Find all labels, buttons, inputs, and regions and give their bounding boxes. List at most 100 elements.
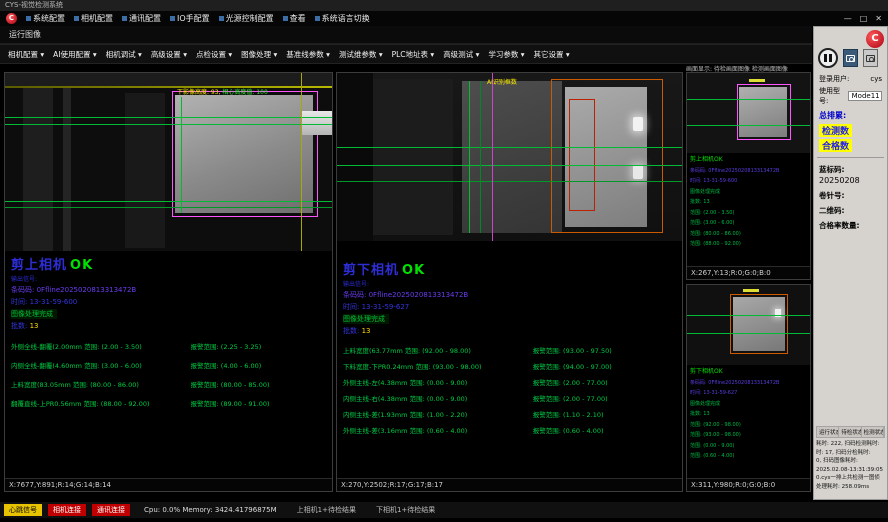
menu-bar: C 系统配置 相机配置 通讯配置 IO手配置 光源控制配置 查看 系统语言切换 … — [0, 11, 888, 26]
measurement-row: 外侧全线-翻覆(2.00mm 范围: (2.00 - 3.50)报警范围: (2… — [11, 338, 326, 357]
measurement-row: 下料宽度-下PR0.24mm 范围: (93.00 - 98.00)报警范围: … — [343, 359, 676, 375]
pixel-coordinates: X:267,Y:13;R:0;G:0;B:0 — [687, 266, 810, 279]
toolbar-other-settings[interactable]: 其它设置 ▾ — [534, 49, 570, 60]
roi-rectangle — [730, 294, 788, 354]
thumb-line: 范围: (92.00 - 98.00) — [690, 420, 807, 431]
left-camera-panel: 下影像高度: 93, 相心高度值: 100 剪上相机OK 输出信号: 条码码: … — [4, 72, 333, 492]
maximize-button[interactable]: □ — [860, 14, 868, 23]
measurement-list: 外侧全线-翻覆(2.00mm 范围: (2.00 - 3.50)报警范围: (2… — [11, 338, 326, 414]
brand-logo-icon: C — [866, 30, 884, 48]
code-value: 20250208 — [814, 175, 887, 186]
menu-item-system-config[interactable]: 系统配置 — [26, 13, 65, 24]
toolbar-spot-check[interactable]: 点检设置 ▾ — [196, 49, 232, 60]
code-label: 蓝标码: — [814, 160, 887, 175]
toolbar-advanced-settings[interactable]: 高级设置 ▾ — [151, 49, 187, 60]
thumbnail-lower-camera[interactable]: 剪下相机OK 条码码: 0Ffline2025020813313472B 时间:… — [686, 284, 811, 492]
batch-value: 13 — [362, 327, 371, 335]
lower-camera-result: 下相机1+待检结果 — [376, 505, 435, 515]
qr-code-label: 二维码: — [814, 201, 887, 216]
camera-icon — [866, 55, 875, 62]
pause-icon — [824, 54, 827, 62]
timestamp-text: 时间: 13-31-59-627 — [343, 302, 676, 312]
menu-item-view[interactable]: 查看 — [283, 13, 306, 24]
pause-icon — [829, 54, 832, 62]
batch-value: 13 — [30, 322, 39, 330]
measure-value: 上料宽度(83.05mm 范围: (80.00 - 86.00) — [11, 376, 191, 395]
thumb2-image[interactable] — [687, 285, 810, 365]
stats-tab-wait[interactable]: 待检状态 — [839, 427, 861, 437]
tab-run-image[interactable]: 运行图像 — [9, 29, 41, 40]
thumb-line: 条码码: 0Ffline2025020813313472B — [690, 166, 807, 177]
measurement-row: 上料宽度(63.77mm 范围: (92.00 - 98.00)报警范围: (9… — [343, 343, 676, 359]
model-row: 使用型号: Mode11 — [814, 85, 887, 107]
thumb1-image[interactable] — [687, 73, 810, 153]
left-camera-image[interactable]: 下影像高度: 93, 相心高度值: 100 — [5, 73, 332, 251]
measure-value: 外侧主线-左(4.38mm 范围: (0.00 - 9.00) — [343, 375, 533, 391]
menu-label: 光源控制配置 — [226, 13, 274, 24]
toolbar-camera-config[interactable]: 相机配置 ▾ — [8, 49, 44, 60]
measure-line-vertical — [469, 81, 470, 233]
thumb2-text: 剪下相机OK 条码码: 0Ffline2025020813313472B 时间:… — [687, 365, 810, 462]
toolbar-ai-config[interactable]: AI使用配置 ▾ — [53, 49, 97, 60]
user-label: 登录用户: — [819, 74, 849, 84]
menu-item-language-switch[interactable]: 系统语言切换 — [315, 13, 370, 24]
left-result-block: 剪上相机OK 输出信号: 条码码: 0Ffline202502081331347… — [5, 251, 332, 414]
roi-rectangle — [737, 84, 791, 140]
stats-tab-detect[interactable]: 检测状态 — [862, 427, 884, 437]
measure-line — [687, 333, 810, 334]
toolbar-advanced-test[interactable]: 高级测试 ▾ — [443, 49, 479, 60]
camera-connection-badge: 相机连接 — [48, 504, 86, 516]
minimize-button[interactable]: — — [844, 14, 852, 23]
annotation-center: 相心高度值: 100 — [222, 89, 267, 96]
toolbar-plc-table[interactable]: PLC地址表 ▾ — [392, 49, 435, 60]
toolbar-camera-debug[interactable]: 相机调试 ▾ — [106, 49, 142, 60]
toolbar-baseline-params[interactable]: 基准线参数 ▾ — [286, 49, 330, 60]
alarm-range: 报警范围: (94.00 - 97.00) — [533, 359, 676, 375]
thumb-line: 时间: 13-31-59-627 — [690, 388, 807, 399]
right-result-text: 剪下相机OK — [343, 259, 676, 278]
menu-label: 查看 — [290, 13, 306, 24]
camera-view-button-1[interactable] — [843, 49, 858, 67]
measure-value: 翻覆直线-上PR0.56mm 范围: (88.00 - 92.00) — [11, 395, 191, 414]
count-highlight-2: 合格数 — [819, 139, 852, 152]
measure-line — [687, 315, 810, 316]
menu-item-io-config[interactable]: IO手配置 — [170, 13, 210, 24]
toolbar-image-process[interactable]: 图像处理 ▾ — [241, 49, 277, 60]
alarm-range: 报警范围: (2.00 - 77.00) — [533, 391, 676, 407]
toolbar-test-params[interactable]: 测试维参数 ▾ — [339, 49, 383, 60]
alarm-range: 报警范围: (89.00 - 91.00) — [191, 395, 326, 414]
right-camera-image[interactable]: AI识别框数 — [337, 73, 682, 241]
process-status: 图像处理完成 — [343, 314, 389, 324]
thumb-line: 范围: (80.00 - 86.00) — [690, 229, 807, 240]
status-bar: 心跳信号 相机连接 通讯连接 Cpu: 0.0% Memory: 3424.41… — [0, 502, 888, 518]
pause-button[interactable] — [818, 48, 838, 68]
run-statistics: 运行状态 待检状态 检测状态 耗时: 222, 扫码检测耗时: 时: 17, 扫… — [816, 426, 885, 491]
thumbnail-upper-camera[interactable]: 剪上相机OK 条码码: 0Ffline2025020813313472B 时间:… — [686, 72, 811, 280]
menu-item-light-config[interactable]: 光源控制配置 — [219, 13, 274, 24]
menu-bullet-icon — [122, 16, 127, 21]
menu-bullet-icon — [219, 16, 224, 21]
scene-shape — [337, 73, 373, 241]
thumb-line: 图像处理完成 — [690, 399, 807, 410]
measurement-row: 内侧全线-翻覆(4.60mm 范围: (3.00 - 6.00)报警范围: (4… — [11, 357, 326, 376]
user-row: 登录用户: cys — [814, 73, 887, 85]
upper-camera-result: 上相机1+待检结果 — [297, 505, 356, 515]
alarm-range: 报警范围: (2.00 - 77.00) — [533, 375, 676, 391]
toolbar-learning-params[interactable]: 学习参数 ▾ — [488, 49, 524, 60]
signal-label: 输出信号: — [343, 279, 676, 288]
stats-tab-run[interactable]: 运行状态 — [817, 427, 839, 437]
menu-item-comm-config[interactable]: 通讯配置 — [122, 13, 161, 24]
close-button[interactable]: ✕ — [875, 14, 882, 23]
sidebar-fields: 登录用户: cys 使用型号: Mode11 总排累: 检测数 合格数 蓝标码:… — [814, 73, 887, 231]
model-value[interactable]: Mode11 — [848, 91, 882, 101]
thumb-line: 范围: (0.00 - 9.00) — [690, 441, 807, 452]
menu-item-camera-config[interactable]: 相机配置 — [74, 13, 113, 24]
roi-rectangle — [172, 91, 318, 217]
pixel-coordinates: X:270,Y:2502;R:17;G:17;B:17 — [337, 478, 682, 491]
camera-view-button-2[interactable] — [863, 49, 878, 67]
process-status: 图像处理完成 — [11, 309, 57, 319]
batch-line: 批数: 13 — [11, 321, 326, 331]
batch-line: 批数: 13 — [343, 326, 676, 336]
reflection-spot — [633, 165, 643, 179]
connector-part — [301, 111, 332, 135]
